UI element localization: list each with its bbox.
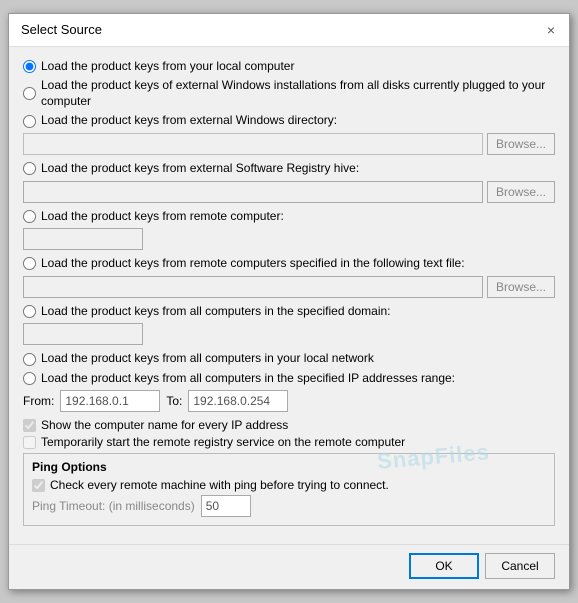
bottom-bar: OK Cancel bbox=[9, 544, 569, 589]
radio-row-4: Load the product keys from external Soft… bbox=[23, 161, 555, 177]
radio-row-2: Load the product keys of external Window… bbox=[23, 78, 555, 109]
ping-check-label[interactable]: Check every remote machine with ping bef… bbox=[50, 478, 389, 492]
registry-hive-input-row: Browse... bbox=[23, 181, 555, 203]
radio-row-7: Load the product keys from all computers… bbox=[23, 304, 555, 320]
remote-computer-input-row bbox=[23, 228, 555, 250]
radio-row-8: Load the product keys from all computers… bbox=[23, 351, 555, 367]
radio-row-5: Load the product keys from remote comput… bbox=[23, 209, 555, 225]
dialog-content: Load the product keys from your local co… bbox=[9, 47, 569, 537]
from-label: From: bbox=[23, 394, 54, 408]
dialog-title: Select Source bbox=[21, 22, 102, 37]
radio-domain-label[interactable]: Load the product keys from all computers… bbox=[41, 304, 391, 320]
browse-text-file-button[interactable]: Browse... bbox=[487, 276, 555, 298]
radio-row-6: Load the product keys from remote comput… bbox=[23, 256, 555, 272]
show-computer-name-checkbox[interactable] bbox=[23, 419, 36, 432]
radio-ip-range[interactable] bbox=[23, 372, 36, 385]
checkbox-row-2: Temporarily start the remote registry se… bbox=[23, 435, 555, 449]
remote-computer-input[interactable] bbox=[23, 228, 143, 250]
to-label: To: bbox=[166, 394, 182, 408]
domain-input-row bbox=[23, 323, 555, 345]
show-computer-name-label[interactable]: Show the computer name for every IP addr… bbox=[41, 418, 288, 432]
radio-ip-range-label[interactable]: Load the product keys from all computers… bbox=[41, 371, 455, 387]
start-registry-service-label[interactable]: Temporarily start the remote registry se… bbox=[41, 435, 405, 449]
radio-windows-dir-label[interactable]: Load the product keys from external Wind… bbox=[41, 113, 337, 129]
text-file-input-row: Browse... bbox=[23, 276, 555, 298]
close-button[interactable]: × bbox=[541, 20, 561, 40]
browse-registry-hive-button[interactable]: Browse... bbox=[487, 181, 555, 203]
radio-registry-hive-label[interactable]: Load the product keys from external Soft… bbox=[41, 161, 359, 177]
ok-button[interactable]: OK bbox=[409, 553, 479, 579]
text-file-input[interactable] bbox=[23, 276, 483, 298]
browse-windows-dir-button[interactable]: Browse... bbox=[487, 133, 555, 155]
radio-registry-hive[interactable] bbox=[23, 162, 36, 175]
radio-text-file[interactable] bbox=[23, 257, 36, 270]
radio-domain[interactable] bbox=[23, 305, 36, 318]
ping-check-row: Check every remote machine with ping bef… bbox=[32, 478, 546, 492]
to-input[interactable] bbox=[188, 390, 288, 412]
title-bar: Select Source × bbox=[9, 14, 569, 47]
radio-local[interactable] bbox=[23, 60, 36, 73]
radio-remote-computer[interactable] bbox=[23, 210, 36, 223]
radio-external-disks[interactable] bbox=[23, 87, 36, 100]
radio-row-9: Load the product keys from all computers… bbox=[23, 371, 555, 387]
ip-range-row: From: To: bbox=[23, 390, 555, 412]
radio-local-network[interactable] bbox=[23, 353, 36, 366]
checkbox-row-1: Show the computer name for every IP addr… bbox=[23, 418, 555, 432]
ping-section-title: Ping Options bbox=[32, 460, 546, 474]
radio-remote-computer-label[interactable]: Load the product keys from remote comput… bbox=[41, 209, 284, 225]
radio-windows-dir[interactable] bbox=[23, 115, 36, 128]
ping-section: Ping Options Check every remote machine … bbox=[23, 453, 555, 526]
radio-row-3: Load the product keys from external Wind… bbox=[23, 113, 555, 129]
radio-external-disks-label[interactable]: Load the product keys of external Window… bbox=[41, 78, 555, 109]
ping-timeout-input[interactable] bbox=[201, 495, 251, 517]
cancel-button[interactable]: Cancel bbox=[485, 553, 555, 579]
registry-hive-input[interactable] bbox=[23, 181, 483, 203]
start-registry-service-checkbox[interactable] bbox=[23, 436, 36, 449]
radio-local-network-label[interactable]: Load the product keys from all computers… bbox=[41, 351, 374, 367]
ping-timeout-label: Ping Timeout: (in milliseconds) bbox=[32, 499, 195, 513]
windows-dir-select[interactable] bbox=[23, 133, 483, 155]
from-input[interactable] bbox=[60, 390, 160, 412]
domain-input[interactable] bbox=[23, 323, 143, 345]
radio-text-file-label[interactable]: Load the product keys from remote comput… bbox=[41, 256, 465, 272]
radio-row-1: Load the product keys from your local co… bbox=[23, 59, 555, 75]
radio-local-label[interactable]: Load the product keys from your local co… bbox=[41, 59, 294, 75]
ping-timeout-row: Ping Timeout: (in milliseconds) bbox=[32, 495, 546, 517]
select-source-dialog: Select Source × Load the product keys fr… bbox=[8, 13, 570, 591]
windows-dir-input-row: Browse... bbox=[23, 133, 555, 155]
ping-checkbox[interactable] bbox=[32, 479, 45, 492]
